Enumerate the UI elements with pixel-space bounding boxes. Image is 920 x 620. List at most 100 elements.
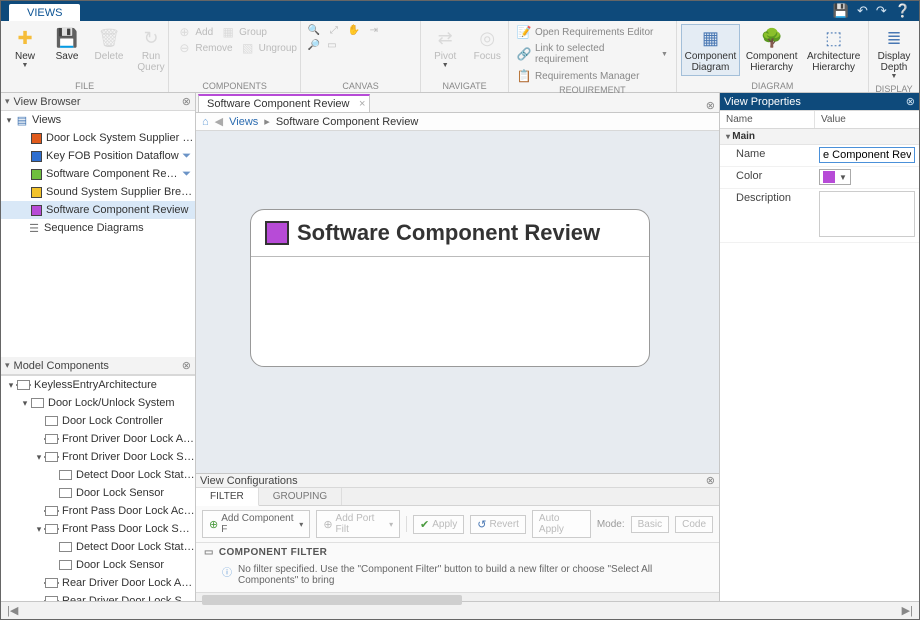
model-tree-item[interactable]: Rear Driver Door Lock Actuator [1,574,195,592]
model-tree-item[interactable]: Detect Door Lock Status [1,466,195,484]
undo-icon[interactable]: ↶ [857,3,868,19]
layers-icon: ≣ [883,27,905,49]
refresh-icon: ↻ [140,27,162,49]
model-tree-item[interactable]: Door Lock Sensor [1,484,195,502]
prop-col-name: Name [720,111,815,128]
view-item[interactable]: Sound System Supplier Break... [1,183,195,201]
pivot-button[interactable]: ⇄ Pivot▼ [425,24,465,72]
help-icon[interactable]: ❔ [895,3,911,19]
ungroup-button[interactable]: ▧Ungroup [237,40,301,56]
home-icon[interactable]: ⌂ [202,116,209,128]
group-button[interactable]: ▦Group [217,24,271,40]
prop-name-input[interactable] [819,147,915,163]
prop-description-label: Description [720,189,815,207]
component-diagram-button[interactable]: ▦ Component Diagram [681,24,740,76]
model-tree-item[interactable]: Rear Driver Door Lock Sensor [1,592,195,601]
model-tree-item[interactable]: ▾Front Driver Door Lock Sensor [1,448,195,466]
view-item-label: Sound System Supplier Break... [46,186,195,198]
view-item[interactable]: Door Lock System Supplier Br... [1,129,195,147]
app-tab-views[interactable]: VIEWS [9,4,80,21]
prop-color-picker[interactable]: ▼ [819,169,851,185]
model-tree-item[interactable]: Detect Door Lock Status [1,538,195,556]
model-item-label: Door Lock Sensor [76,559,195,571]
revert-button[interactable]: ↺Revert [470,515,526,534]
save-quick-icon[interactable]: 💾 [833,3,849,19]
remove-component-button[interactable]: ⊖Remove [173,40,236,56]
close-icon[interactable]: ⊗ [182,95,191,108]
add-component-filter-button[interactable]: ⊕Add Component F▾ [202,510,310,538]
property-grid: Name Value Main Name Color ▼ Description [720,111,919,601]
component-icon [45,506,58,516]
save-button[interactable]: 💾 Save [47,24,87,65]
component-hierarchy-button[interactable]: 🌳 Component Hierarchy [742,24,801,76]
requirements-manager[interactable]: 📋Requirements Manager [513,68,644,84]
component-icon [31,398,44,408]
crumb-leaf: Software Component Review [276,116,418,128]
add-icon: ⊕ [177,25,191,39]
mode-code-button[interactable]: Code [675,516,713,533]
tab-grouping[interactable]: GROUPING [259,488,342,505]
new-button[interactable]: ✚ New▼ [5,24,45,72]
model-tree-item[interactable]: ▾Front Pass Door Lock Sensor [1,520,195,538]
model-tree-item[interactable]: Door Lock Sensor [1,556,195,574]
zoom-in-icon[interactable]: 🔍 [305,24,323,37]
redo-icon[interactable]: ↷ [876,3,887,19]
auto-apply-button[interactable]: Auto Apply [532,510,591,538]
revert-icon: ↺ [477,518,486,531]
nav-left-icon[interactable]: |◀ [7,604,18,617]
pan-icon[interactable]: ✋ [345,24,363,37]
display-depth-button[interactable]: ≣ Display Depth▼ [873,24,915,83]
close-tab-icon[interactable]: × [359,98,365,110]
view-item[interactable]: Software Component Revi...⏷ [1,165,195,183]
model-tree-item[interactable]: Door Lock Controller [1,412,195,430]
open-requirements-editor[interactable]: 📝Open Requirements Editor [513,24,657,40]
group-icon: ▦ [221,25,235,39]
horizontal-scrollbar[interactable] [196,592,719,601]
prop-description-input[interactable] [819,191,915,237]
close-icon[interactable]: ⊗ [182,359,191,372]
mode-basic-button[interactable]: Basic [631,516,669,533]
link-selected-requirement[interactable]: 🔗Link to selected requirement▼ [513,42,672,66]
architecture-hierarchy-button[interactable]: ⬚ Architecture Hierarchy [803,24,864,76]
model-tree-item[interactable]: ▾KeylessEntryArchitecture [1,376,195,394]
add-component-button[interactable]: ⊕Add [173,24,217,40]
select-icon[interactable]: ▭ [323,39,341,52]
view-item[interactable]: Software Component Review [1,201,195,219]
view-item[interactable]: Key FOB Position Dataflow⏷ [1,147,195,165]
filter-icon: ⏷ [182,150,195,163]
tree-root-views[interactable]: ▾ ▤ Views [1,111,195,129]
run-query-button[interactable]: ↻ Run Query [131,24,171,76]
component-icon [45,578,58,588]
view-browser-tree[interactable]: ▾ ▤ Views Door Lock System Supplier Br..… [1,111,195,357]
focus-button[interactable]: ◎ Focus [467,24,507,65]
component-box[interactable]: Software Component Review [250,209,650,367]
zoom-out-icon[interactable]: 🔎 [305,39,323,52]
panel-menu-icon[interactable]: ⊗ [706,99,715,112]
diagram-canvas[interactable]: Software Component Review [196,131,719,473]
close-icon[interactable]: ⊗ [706,474,715,487]
collapse-icon[interactable]: ▾ [5,96,10,107]
expander-icon[interactable]: ▾ [19,398,31,409]
link-icon: 🔗 [517,47,531,61]
document-tab[interactable]: Software Component Review × [198,94,370,112]
crumb-root[interactable]: Views [229,116,258,128]
prop-category-main[interactable]: Main [720,129,919,145]
close-icon[interactable]: ⊗ [906,95,915,108]
tree-sequence-diagrams[interactable]: ☰ Sequence Diagrams [1,219,195,237]
model-tree-item[interactable]: Front Pass Door Lock Actuator [1,502,195,520]
ribbon-group-components: COMPONENTS [173,80,296,92]
component-icon [45,416,58,426]
fit-icon[interactable]: ⤢ [325,24,343,37]
view-item-label: Software Component Review [46,204,195,216]
tab-filter[interactable]: FILTER [196,488,259,506]
model-components-tree[interactable]: ▾KeylessEntryArchitecture▾Door Lock/Unlo… [1,375,195,601]
model-tree-item[interactable]: ▾Door Lock/Unlock System [1,394,195,412]
apply-button[interactable]: ✔Apply [413,515,464,534]
component-icon [59,470,72,480]
ruler-icon[interactable]: ⇥ [365,24,383,37]
delete-button[interactable]: 🗑 Delete [89,24,129,65]
nav-right-icon[interactable]: ▶| [902,604,913,617]
collapse-icon[interactable]: ▾ [5,360,10,371]
add-port-filter-button[interactable]: ⊕Add Port Filt▾ [316,510,400,538]
model-tree-item[interactable]: Front Driver Door Lock Actuator [1,430,195,448]
